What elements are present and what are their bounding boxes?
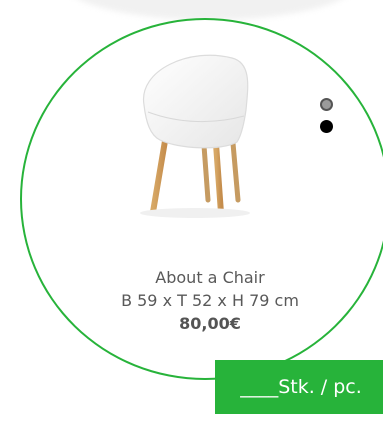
quantity-input-box[interactable]: ____Stk. / pc.	[215, 360, 383, 414]
carousel-dot-1[interactable]	[320, 98, 333, 111]
product-price: 80,00€	[179, 314, 241, 333]
carousel-dots	[320, 98, 340, 138]
product-info: About a Chair B 59 x T 52 x H 79 cm 80,0…	[100, 266, 320, 335]
chair-image	[140, 54, 250, 218]
product-name: About a Chair	[155, 268, 265, 287]
product-dimensions: B 59 x T 52 x H 79 cm	[121, 291, 299, 310]
carousel-dot-2[interactable]	[320, 120, 333, 133]
quantity-label: ____Stk. / pc.	[240, 376, 362, 398]
top-shadow	[60, 0, 360, 20]
